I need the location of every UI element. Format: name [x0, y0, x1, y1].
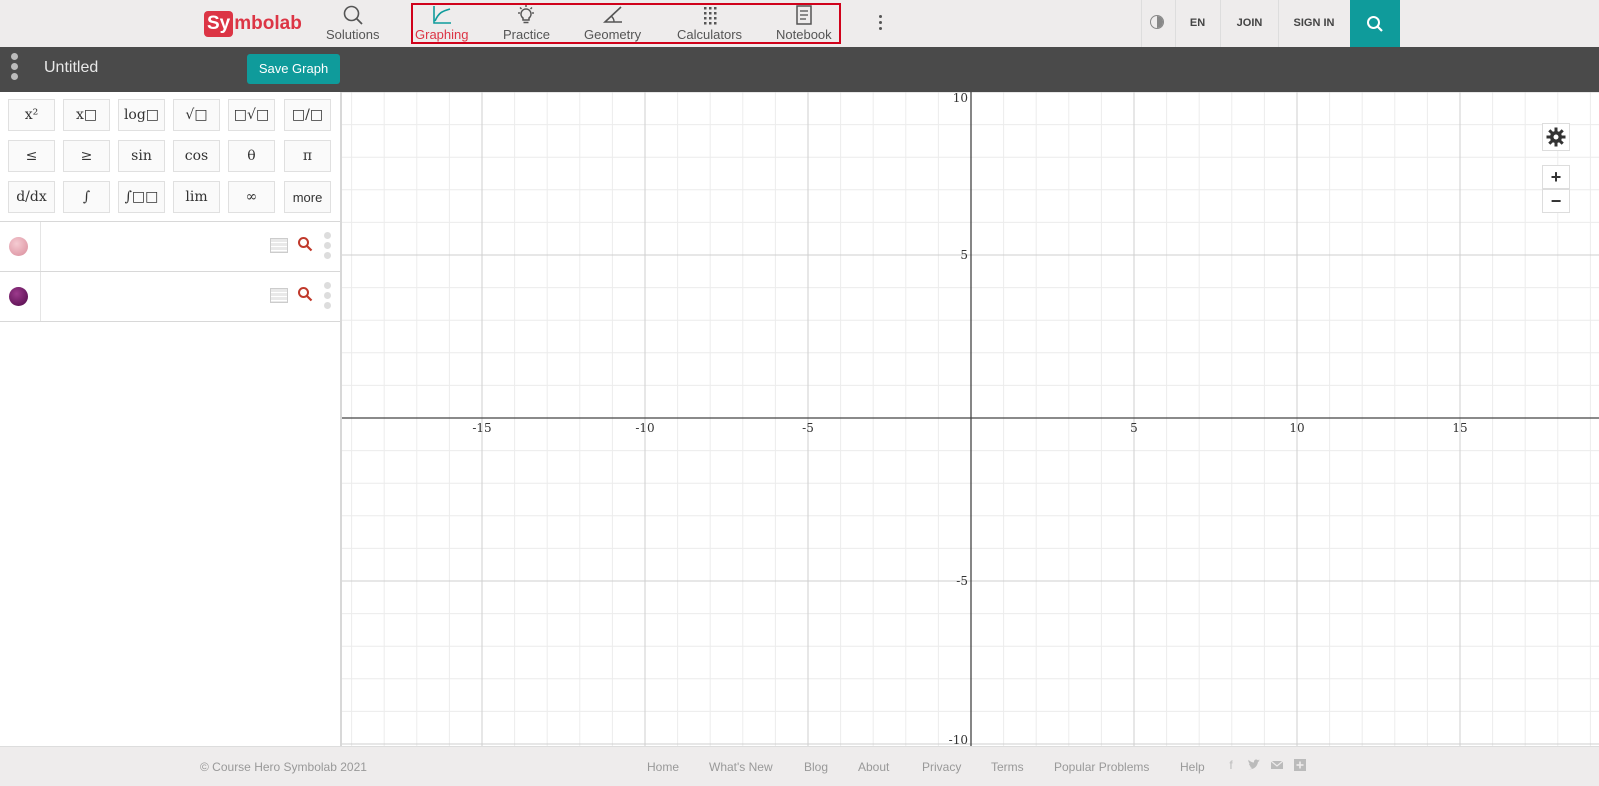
minus-icon: −	[1550, 190, 1562, 211]
graph-toolbar: Untitled Save Graph	[0, 47, 1599, 92]
logo-text: mbolab	[234, 13, 302, 34]
key-pi[interactable]: π	[284, 140, 331, 172]
top-navbar: Sy mbolab Solutions Graphing Practice Ge…	[0, 0, 1599, 48]
divider	[1141, 0, 1142, 47]
logo-mark: Sy	[204, 11, 234, 37]
save-graph-button[interactable]: Save Graph	[247, 54, 340, 84]
y-tick-label: -5	[956, 574, 968, 588]
language-button[interactable]: EN	[1176, 0, 1219, 47]
footer-link-terms[interactable]: Terms	[991, 760, 1024, 774]
expression-row	[0, 271, 340, 322]
expression-color-dot[interactable]	[9, 287, 28, 306]
plus-icon: +	[1550, 166, 1562, 187]
facebook-icon[interactable]: f	[1224, 758, 1238, 772]
add-icon[interactable]	[1293, 758, 1307, 772]
key-theta[interactable]: θ	[228, 140, 275, 172]
key-limit[interactable]: lim	[173, 181, 220, 213]
nav-solutions-label: Solutions	[326, 27, 380, 42]
footer: © Course Hero Symbolab 2021 Home What's …	[0, 746, 1599, 786]
nav-notebook[interactable]: Notebook	[776, 4, 832, 44]
table-icon[interactable]	[270, 238, 288, 253]
key-cos[interactable]: cos	[173, 140, 220, 172]
notebook-icon	[796, 5, 812, 25]
nav-practice-label: Practice	[503, 27, 550, 42]
search-icon[interactable]	[297, 286, 313, 302]
key-derivative[interactable]: d/dx	[8, 181, 55, 213]
key-power[interactable]: x□	[63, 99, 110, 131]
sidebar-menu-icon[interactable]	[9, 53, 19, 80]
calculator-icon	[703, 7, 717, 25]
copyright-text: © Course Hero Symbolab 2021	[200, 760, 367, 774]
footer-link-privacy[interactable]: Privacy	[922, 760, 961, 774]
graph-canvas[interactable]: -15 -10 -5 5 10 15 10 5 -5 -10	[342, 92, 1599, 746]
zoom-in-button[interactable]: +	[1542, 165, 1570, 189]
key-square[interactable]: x²	[8, 99, 55, 131]
graph-icon	[432, 6, 451, 24]
key-sin[interactable]: sin	[118, 140, 165, 172]
key-definite-integral[interactable]: ∫□□	[118, 181, 165, 213]
symbolab-logo[interactable]: Sy mbolab	[204, 11, 302, 37]
search-icon	[1367, 15, 1383, 32]
gear-icon	[1546, 127, 1566, 147]
x-tick-label: -5	[802, 421, 814, 435]
key-log[interactable]: log□	[118, 99, 165, 131]
nav-geometry[interactable]: Geometry	[584, 4, 641, 44]
footer-link-help[interactable]: Help	[1180, 760, 1205, 774]
expression-panel: x² x□ log□ √□ □√□ □/□ ≤ ≥ sin cos θ π d/…	[0, 92, 342, 746]
table-icon[interactable]	[270, 288, 288, 303]
header-search-button[interactable]	[1350, 0, 1400, 47]
more-menu-icon[interactable]	[874, 10, 886, 34]
sign-in-button[interactable]: SIGN IN	[1279, 0, 1349, 47]
expression-row	[0, 221, 340, 271]
expression-menu-icon[interactable]	[324, 232, 331, 259]
angle-icon	[602, 6, 622, 23]
key-infinity[interactable]: ∞	[228, 181, 275, 213]
search-icon	[343, 5, 363, 25]
y-tick-label: -10	[949, 733, 968, 746]
x-tick-label: 15	[1452, 421, 1467, 435]
y-tick-label: 5	[960, 248, 968, 262]
nav-calculators[interactable]: Calculators	[677, 4, 742, 44]
footer-link-about[interactable]: About	[858, 760, 889, 774]
graph-settings-button[interactable]	[1542, 123, 1570, 151]
nav-geometry-label: Geometry	[584, 27, 642, 42]
footer-link-popular-problems[interactable]: Popular Problems	[1054, 760, 1149, 774]
expression-color-cell	[0, 272, 41, 321]
x-tick-label: -15	[472, 421, 491, 435]
expression-color-cell	[0, 222, 41, 271]
footer-link-blog[interactable]: Blog	[804, 760, 828, 774]
join-button[interactable]: JOIN	[1221, 0, 1278, 47]
nav-graphing[interactable]: Graphing	[415, 4, 468, 44]
x-tick-label: 10	[1289, 421, 1304, 435]
key-integral[interactable]: ∫	[63, 181, 110, 213]
footer-link-whats-new[interactable]: What's New	[709, 760, 773, 774]
expression-color-dot[interactable]	[9, 237, 28, 256]
key-fraction[interactable]: □/□	[284, 99, 331, 131]
twitter-icon[interactable]	[1247, 758, 1261, 772]
x-tick-label: -10	[635, 421, 654, 435]
expression-input[interactable]	[41, 222, 261, 271]
x-tick-label: 5	[1130, 421, 1138, 435]
y-tick-label: 10	[953, 92, 968, 105]
email-icon[interactable]	[1270, 758, 1284, 772]
nav-calculators-label: Calculators	[677, 27, 743, 42]
nav-practice[interactable]: Practice	[503, 4, 550, 44]
expression-menu-icon[interactable]	[324, 282, 331, 309]
nav-notebook-label: Notebook	[776, 27, 832, 42]
key-sqrt[interactable]: √□	[173, 99, 220, 131]
contrast-icon[interactable]	[1150, 15, 1164, 29]
key-more[interactable]: more	[284, 181, 331, 213]
search-icon[interactable]	[297, 236, 313, 252]
coordinate-plane[interactable]: -15 -10 -5 5 10 15 10 5 -5 -10	[342, 92, 1599, 746]
footer-link-home[interactable]: Home	[647, 760, 679, 774]
nav-solutions[interactable]: Solutions	[326, 4, 379, 44]
nav-graphing-label: Graphing	[415, 27, 469, 42]
key-nth-root[interactable]: □√□	[228, 99, 275, 131]
zoom-out-button[interactable]: −	[1542, 189, 1570, 213]
expression-input[interactable]	[41, 272, 261, 321]
lightbulb-icon	[518, 5, 535, 24]
key-geq[interactable]: ≥	[63, 140, 110, 172]
key-leq[interactable]: ≤	[8, 140, 55, 172]
graph-title[interactable]: Untitled	[44, 59, 98, 77]
